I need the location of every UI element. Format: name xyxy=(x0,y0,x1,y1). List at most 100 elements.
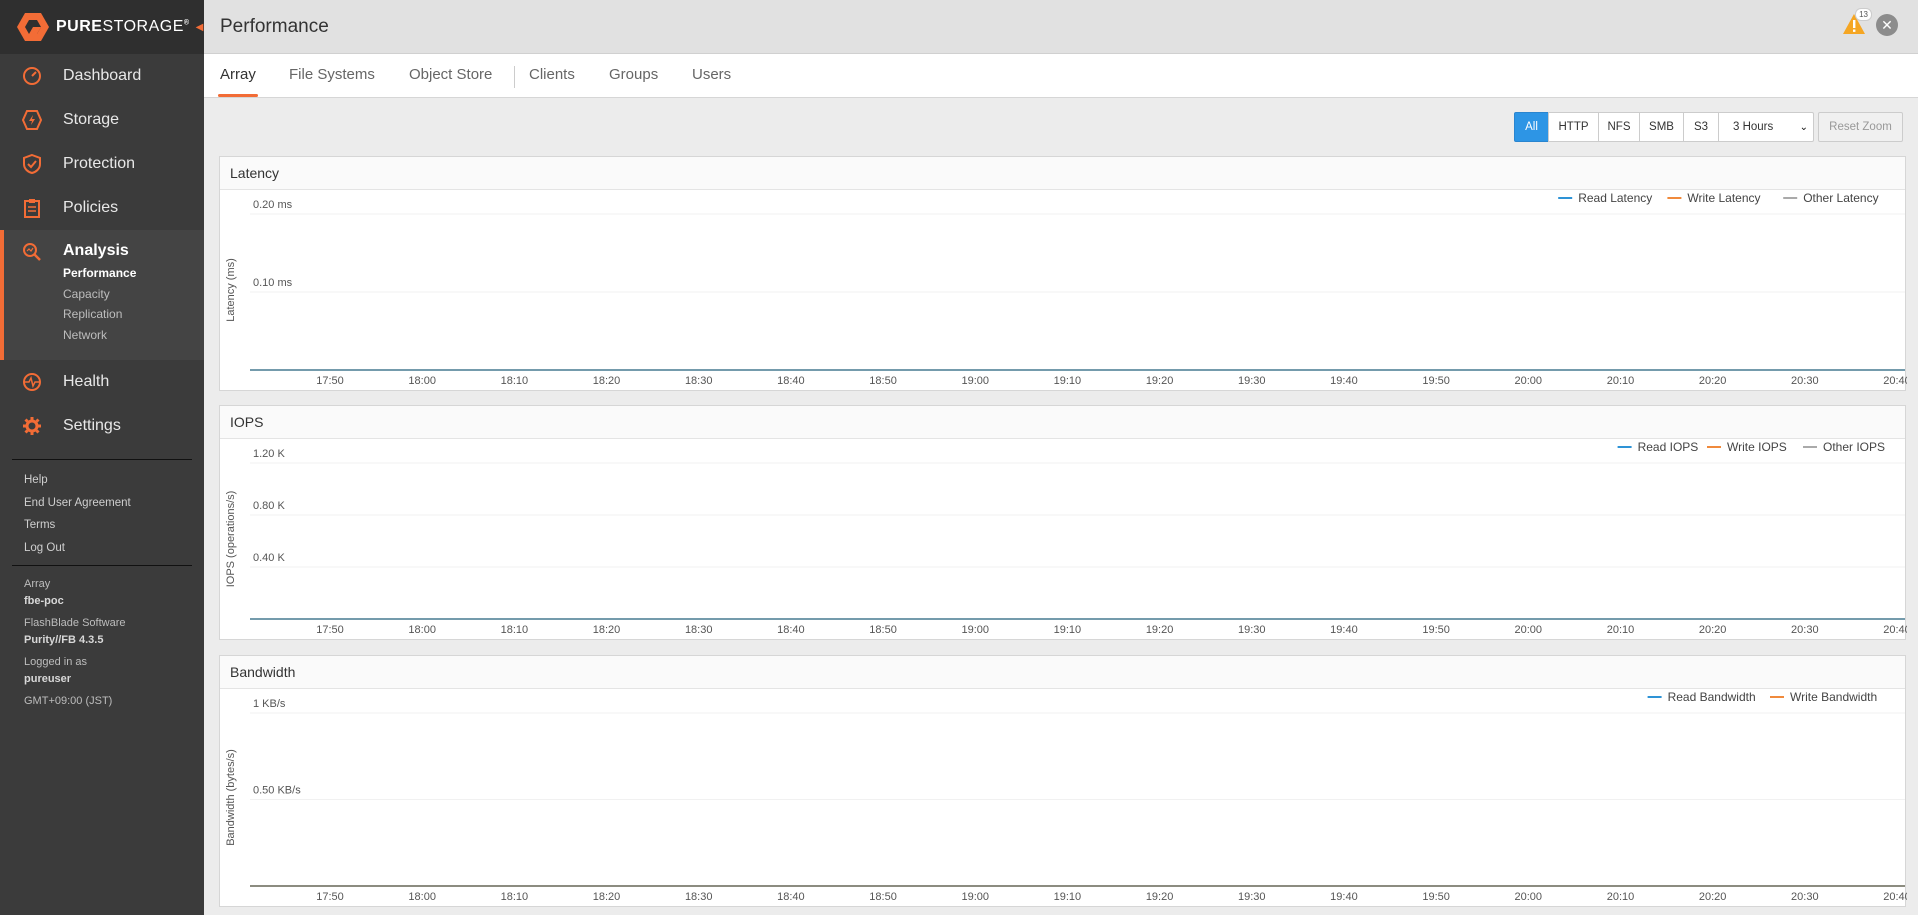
close-icon[interactable]: ✕ xyxy=(1876,14,1898,36)
bandwidth-panel-title: Bandwidth xyxy=(220,656,1905,689)
brand-name: PURESTORAGE® xyxy=(56,18,190,35)
x-tick-label: 18:40 xyxy=(777,891,805,903)
time-range-select[interactable]: 3 Hours ⌄ xyxy=(1718,112,1814,142)
tab-clients[interactable]: Clients xyxy=(529,66,575,83)
filter-toolbar: All HTTP NFS SMB S3 3 Hours ⌄ Reset Zoom xyxy=(1514,112,1903,142)
x-tick-label: 18:50 xyxy=(869,891,897,903)
sidebar: PURESTORAGE® ◀ Dashboard Storage Protect… xyxy=(0,0,204,915)
legend-item[interactable]: Other IOPS xyxy=(1803,440,1885,454)
legend-item[interactable]: Read IOPS xyxy=(1617,440,1699,454)
sidebar-item-storage[interactable]: Storage xyxy=(0,98,204,142)
x-tick-label: 17:50 xyxy=(316,375,344,387)
sidebar-item-protection[interactable]: Protection xyxy=(0,142,204,186)
y-tick-label: 0.10 ms xyxy=(253,277,293,289)
legend-item[interactable]: Read Latency xyxy=(1558,191,1652,205)
x-tick-label: 17:50 xyxy=(316,624,344,636)
x-tick-label: 18:10 xyxy=(501,624,529,636)
page-title: Performance xyxy=(220,16,329,37)
x-tick-label: 19:00 xyxy=(961,375,989,387)
x-tick-label: 18:50 xyxy=(869,375,897,387)
x-tick-label: 18:10 xyxy=(501,891,529,903)
terms-link[interactable]: Terms xyxy=(24,514,131,537)
svg-text:Other IOPS: Other IOPS xyxy=(1823,440,1885,454)
svg-text:Read Bandwidth: Read Bandwidth xyxy=(1668,690,1756,704)
help-link[interactable]: Help xyxy=(24,469,131,492)
svg-text:Write IOPS: Write IOPS xyxy=(1727,440,1787,454)
sidebar-item-dashboard[interactable]: Dashboard xyxy=(0,54,204,98)
sidebar-item-health[interactable]: Health xyxy=(0,360,204,404)
subnav-network[interactable]: Network xyxy=(63,325,136,346)
x-tick-label: 18:30 xyxy=(685,891,713,903)
subnav-replication[interactable]: Replication xyxy=(63,304,136,325)
x-tick-label: 20:30 xyxy=(1791,891,1819,903)
svg-text:Write Bandwidth: Write Bandwidth xyxy=(1790,690,1877,704)
clipboard-icon xyxy=(22,198,42,218)
iops-panel: IOPS Other IOPS Write IOPS Read IOPS IOPS (… xyxy=(219,405,1907,640)
x-tick-label: 20:20 xyxy=(1699,891,1727,903)
collapse-sidebar-icon[interactable]: ◀ xyxy=(196,22,204,33)
x-tick-label: 20:00 xyxy=(1515,624,1543,636)
analysis-icon xyxy=(22,242,42,262)
alert-count-badge: 13 xyxy=(1855,8,1872,21)
x-tick-label: 20:40 xyxy=(1883,624,1907,636)
legend-item[interactable]: Write IOPS xyxy=(1707,440,1787,454)
iops-chart[interactable]: Other IOPS Write IOPS Read IOPS IOPS (opera… xyxy=(220,439,1907,639)
protocol-smb-button[interactable]: SMB xyxy=(1639,112,1684,142)
x-tick-label: 19:40 xyxy=(1330,624,1358,636)
legend-item[interactable]: Write Bandwidth xyxy=(1770,690,1877,704)
subnav-capacity[interactable]: Capacity xyxy=(63,284,136,305)
header: Performance 13 ✕ xyxy=(204,0,1918,54)
x-tick-label: 18:00 xyxy=(408,891,436,903)
latency-chart[interactable]: Other Latency Write Latency Read Latency La… xyxy=(220,190,1907,390)
chevron-down-icon: ⌄ xyxy=(1799,122,1808,133)
x-tick-label: 18:10 xyxy=(501,375,529,387)
shield-icon xyxy=(22,154,42,174)
logo[interactable]: PURESTORAGE® ◀ xyxy=(0,0,204,54)
x-tick-label: 20:00 xyxy=(1515,375,1543,387)
protocol-nfs-button[interactable]: NFS xyxy=(1598,112,1640,142)
logout-link[interactable]: Log Out xyxy=(24,537,131,560)
y-axis-label: IOPS (operations/s) xyxy=(225,491,237,588)
x-tick-label: 18:00 xyxy=(408,375,436,387)
reset-zoom-button[interactable]: Reset Zoom xyxy=(1818,112,1903,142)
subnav-performance[interactable]: Performance xyxy=(63,263,136,284)
sidebar-item-policies[interactable]: Policies xyxy=(0,186,204,230)
x-tick-label: 19:20 xyxy=(1146,891,1174,903)
x-tick-label: 19:00 xyxy=(961,624,989,636)
x-tick-label: 20:40 xyxy=(1883,891,1907,903)
legend-item[interactable]: Read Bandwidth xyxy=(1647,690,1756,704)
svg-text:Other Latency: Other Latency xyxy=(1803,191,1878,205)
sidebar-item-settings[interactable]: Settings xyxy=(0,404,204,448)
x-tick-label: 19:10 xyxy=(1054,891,1082,903)
legend-item[interactable]: Other Latency xyxy=(1783,191,1879,205)
x-tick-label: 19:10 xyxy=(1054,624,1082,636)
dashboard-icon xyxy=(22,66,42,86)
tab-array[interactable]: Array xyxy=(220,66,256,83)
x-tick-label: 20:40 xyxy=(1883,375,1907,387)
svg-text:Write Latency: Write Latency xyxy=(1687,191,1760,205)
x-tick-label: 20:00 xyxy=(1515,891,1543,903)
tab-object-store[interactable]: Object Store xyxy=(409,66,492,83)
pure-storage-logo-icon xyxy=(17,13,49,41)
eula-link[interactable]: End User Agreement xyxy=(24,492,131,515)
x-tick-label: 20:30 xyxy=(1791,375,1819,387)
protocol-http-button[interactable]: HTTP xyxy=(1548,112,1599,142)
alerts-button[interactable]: 13 xyxy=(1842,8,1872,36)
sidebar-item-analysis[interactable]: Analysis Performance Capacity Replicatio… xyxy=(0,230,204,360)
tab-users[interactable]: Users xyxy=(692,66,731,83)
storage-icon xyxy=(22,110,42,130)
legend-item[interactable]: Write Latency xyxy=(1667,191,1761,205)
x-tick-label: 18:50 xyxy=(869,624,897,636)
x-tick-label: 19:20 xyxy=(1146,375,1174,387)
x-tick-label: 19:00 xyxy=(961,891,989,903)
username: pureuser xyxy=(24,673,72,685)
protocol-s3-button[interactable]: S3 xyxy=(1683,112,1719,142)
protocol-all-button[interactable]: All xyxy=(1514,112,1549,142)
tab-bar: Array File Systems Object Store Clients … xyxy=(204,54,1918,98)
bandwidth-chart[interactable]: Write Bandwidth Read Bandwidth Bandwidth (… xyxy=(220,689,1907,906)
svg-text:Read IOPS: Read IOPS xyxy=(1638,440,1699,454)
y-tick-label: 0.40 K xyxy=(253,552,285,564)
tab-groups[interactable]: Groups xyxy=(609,66,658,83)
tab-file-systems[interactable]: File Systems xyxy=(289,66,375,83)
x-tick-label: 18:40 xyxy=(777,375,805,387)
